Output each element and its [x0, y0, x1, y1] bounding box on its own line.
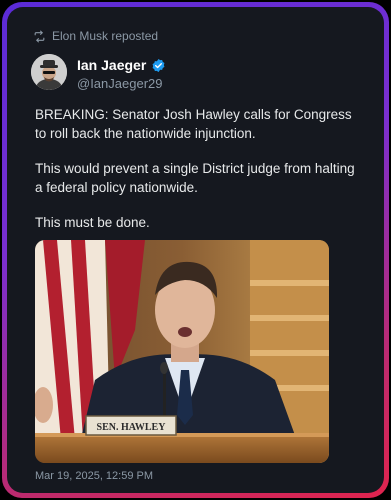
post-card: Elon Musk reposted Ian Jaeger @IanJaeger…	[7, 7, 384, 493]
retweet-icon	[34, 30, 45, 42]
author-handle[interactable]: @IanJaeger29	[77, 76, 162, 91]
repost-indicator[interactable]: Elon Musk reposted	[33, 29, 158, 43]
post-paragraph: This must be done.	[35, 215, 150, 230]
senate-hearing-photo: SEN. HAWLEY	[35, 240, 329, 463]
post-text: BREAKING: Senator Josh Hawley calls for …	[35, 105, 365, 248]
post-paragraph: This would prevent a single District jud…	[35, 161, 355, 195]
avatar-icon	[31, 54, 67, 90]
author-name-row[interactable]: Ian Jaeger	[77, 57, 166, 73]
author-name[interactable]: Ian Jaeger	[77, 57, 146, 73]
repost-label: Elon Musk reposted	[52, 29, 159, 43]
verified-badge-icon	[152, 58, 165, 72]
post-timestamp[interactable]: Mar 19, 2025, 12:59 PM	[35, 470, 153, 482]
post-image[interactable]: SEN. HAWLEY	[35, 240, 329, 463]
gradient-frame: Elon Musk reposted Ian Jaeger @IanJaeger…	[2, 2, 389, 498]
nameplate-text: SEN. HAWLEY	[97, 422, 167, 433]
avatar[interactable]	[31, 54, 67, 90]
post-paragraph: BREAKING: Senator Josh Hawley calls for …	[35, 107, 352, 141]
